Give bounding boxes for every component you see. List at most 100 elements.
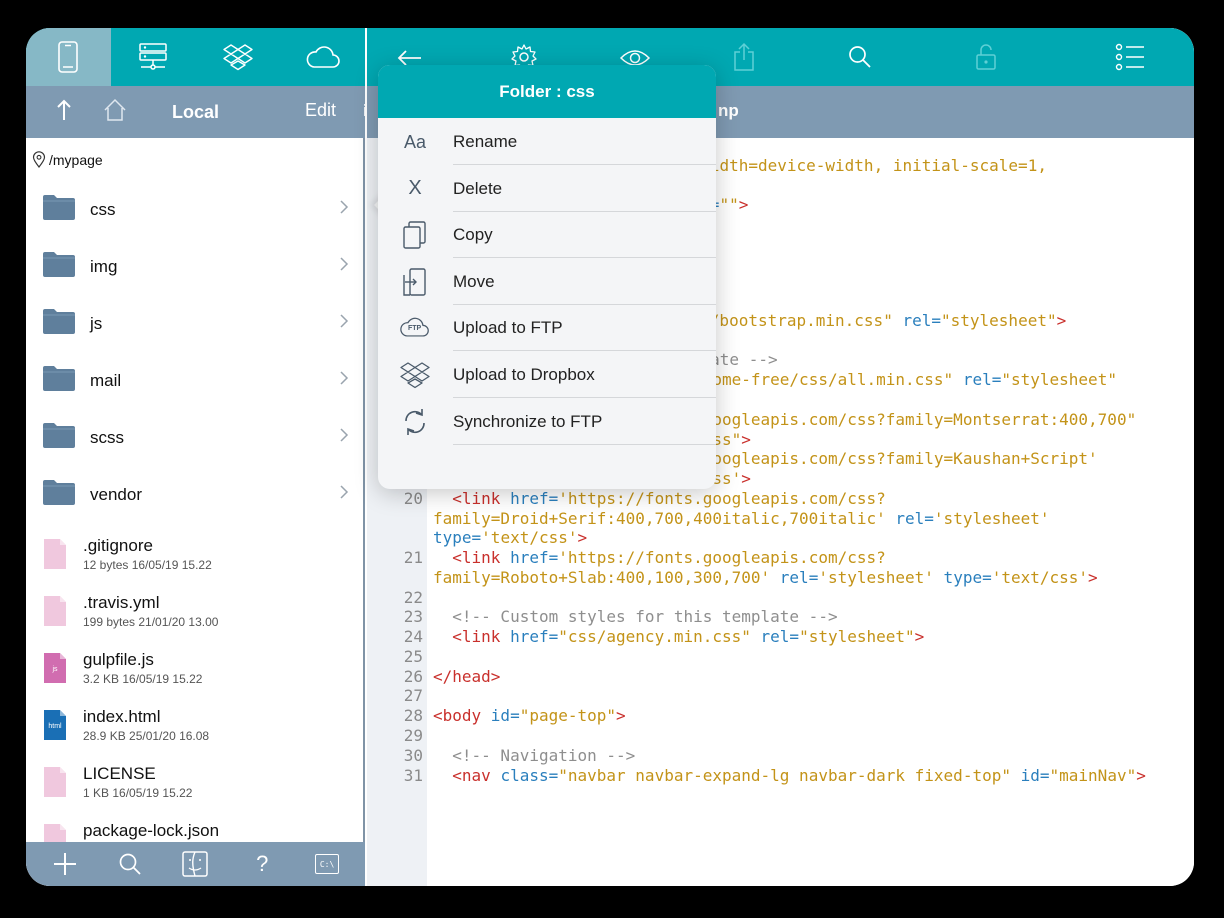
- popover-item-copy[interactable]: Copy: [378, 211, 716, 259]
- folder-icon: [42, 250, 76, 283]
- tablet-frame: Local Edit /mypage css img js mail scss vendo…: [0, 0, 1224, 918]
- file-row[interactable]: js gulpfile.js 3.2 KB 16/05/19 15.22: [26, 642, 365, 699]
- code-token: 'stylesheet': [818, 568, 934, 587]
- code-line: 25: [367, 647, 1194, 667]
- rename-glyph: Aa: [403, 131, 427, 152]
- code-text: </head>: [433, 667, 500, 687]
- code-token: "mainNav": [1049, 766, 1137, 785]
- code-line: 31 <nav class="navbar navbar-expand-lg n…: [367, 766, 1194, 786]
- code-token: >: [616, 706, 626, 725]
- line-number: 23: [403, 607, 423, 626]
- console-icon[interactable]: C:\: [315, 854, 340, 874]
- tab-server[interactable]: [111, 28, 196, 86]
- code-text: <link href="css/agency.min.css" rel="sty…: [433, 627, 924, 647]
- tab-cloud[interactable]: [280, 28, 365, 86]
- code-line: 28 <body id="page-top">: [367, 706, 1194, 726]
- file-row[interactable]: LICENSE 1 KB 16/05/19 15.22: [26, 756, 365, 813]
- line-number: 21: [403, 548, 423, 567]
- delete-icon: X: [400, 175, 430, 203]
- code-text: <!-- Navigation -->: [433, 746, 635, 766]
- code-text: <body id="page-top">: [433, 706, 626, 726]
- code-line: family=Droid+Serif:400,700,400italic,700…: [367, 509, 1194, 529]
- tab-local-device[interactable]: [26, 28, 111, 86]
- popover-item-move[interactable]: Move: [378, 258, 716, 305]
- file-meta: 28.9 KB 25/01/20 16.08: [83, 729, 210, 743]
- code-token: href=: [510, 548, 559, 567]
- up-arrow-icon[interactable]: [54, 98, 74, 122]
- popover-item-synchronize-to-ftp[interactable]: Synchronize to FTP: [378, 398, 716, 445]
- file-name: LICENSE: [83, 764, 156, 783]
- folder-name: mail: [90, 370, 122, 390]
- file-name: .travis.yml: [83, 593, 160, 612]
- file-title-fragment: np: [718, 101, 739, 120]
- code-token: 'stylesheet': [933, 509, 1050, 528]
- popover-item-delete[interactable]: X Delete: [378, 165, 716, 212]
- generic-file-icon: [43, 538, 67, 570]
- popover-item-label: Rename: [453, 132, 518, 151]
- dropbox-upload-icon: [400, 361, 430, 389]
- file-name: .gitignore: [83, 536, 153, 555]
- code-line: 23 <!-- Custom styles for this template …: [367, 607, 1194, 627]
- tab-dropbox[interactable]: [196, 28, 281, 86]
- file-row[interactable]: .travis.yml 199 bytes 21/01/20 13.00: [26, 585, 365, 642]
- cloud-icon: [306, 46, 340, 68]
- code-token: >: [577, 528, 588, 547]
- code-token: "navbar navbar-expand-lg navbar-dark fix…: [558, 766, 1011, 785]
- folder-row[interactable]: img: [26, 238, 365, 295]
- folder-row[interactable]: mail: [26, 352, 365, 409]
- js-file-icon: js: [43, 652, 67, 684]
- code-token: 'text/css': [481, 528, 578, 547]
- screen: Local Edit /mypage css img js mail scss vendo…: [26, 28, 1194, 886]
- line-number: 24: [403, 627, 423, 646]
- code-token: 'https://fonts.googleapis.com/css?: [558, 489, 886, 508]
- search-icon[interactable]: [118, 852, 142, 876]
- code-line: type='text/css'>: [367, 528, 1194, 548]
- folder-actions-popover: Folder : css Aa Rename X Delete Copy Move FTP U…: [378, 65, 716, 489]
- finder-icon[interactable]: [181, 850, 209, 878]
- chevron-right-icon: [339, 256, 349, 277]
- code-text: family=Roboto+Slab:400,100,300,700' rel=…: [433, 568, 1098, 588]
- folder-icon: [42, 421, 76, 454]
- line-number: 22: [403, 588, 423, 607]
- code-token: rel=: [892, 311, 941, 330]
- popover-item-upload-to-dropbox[interactable]: Upload to Dropbox: [378, 351, 716, 398]
- code-token: "page-top": [519, 706, 617, 725]
- code-token: family=Roboto+Slab:400,100,300,700': [433, 568, 771, 587]
- popover-item-rename[interactable]: Aa Rename: [378, 118, 716, 165]
- device-icon: [58, 41, 79, 73]
- code-token: >: [914, 627, 925, 646]
- file-type-badge: js: [52, 666, 58, 673]
- folder-row[interactable]: css: [26, 181, 365, 238]
- help-icon[interactable]: ?: [249, 851, 275, 877]
- line-number: 28: [403, 706, 423, 725]
- search-icon[interactable]: [847, 44, 873, 70]
- code-text: <link href='https://fonts.googleapis.com…: [433, 548, 885, 568]
- home-icon[interactable]: [102, 97, 128, 123]
- code-text: <!-- Custom styles for this template -->: [433, 607, 837, 627]
- list-icon[interactable]: [1115, 43, 1145, 71]
- share-icon[interactable]: [732, 42, 756, 72]
- popover-item-label: Delete: [453, 178, 503, 198]
- folder-row[interactable]: scss: [26, 409, 365, 466]
- popover-item-upload-to-ftp[interactable]: FTP Upload to FTP: [378, 304, 716, 352]
- folder-row[interactable]: vendor: [26, 466, 365, 523]
- edit-button[interactable]: Edit: [305, 100, 336, 121]
- folder-row[interactable]: js: [26, 295, 365, 352]
- code-token: "stylesheet": [1001, 370, 1117, 389]
- add-icon[interactable]: [52, 851, 78, 877]
- file-meta: 199 bytes 21/01/20 13.00: [83, 615, 219, 629]
- file-title-fragment-left: i: [363, 101, 368, 120]
- current-path: /mypage: [49, 151, 103, 168]
- code-token: id=: [490, 706, 520, 725]
- file-name: package-lock.json: [83, 821, 220, 840]
- file-row[interactable]: .gitignore 12 bytes 16/05/19 15.22: [26, 528, 365, 585]
- code-token: >: [741, 430, 751, 449]
- file-name: gulpfile.js: [83, 650, 154, 669]
- chevron-right-icon: [339, 370, 349, 391]
- file-row[interactable]: html index.html 28.9 KB 25/01/20 16.08: [26, 699, 365, 756]
- move-icon: [400, 268, 430, 296]
- code-token: "css/agency.min.css": [558, 627, 751, 646]
- lock-icon[interactable]: [975, 42, 997, 72]
- code-token: <link: [433, 548, 511, 567]
- popover-item-label: Move: [453, 271, 495, 291]
